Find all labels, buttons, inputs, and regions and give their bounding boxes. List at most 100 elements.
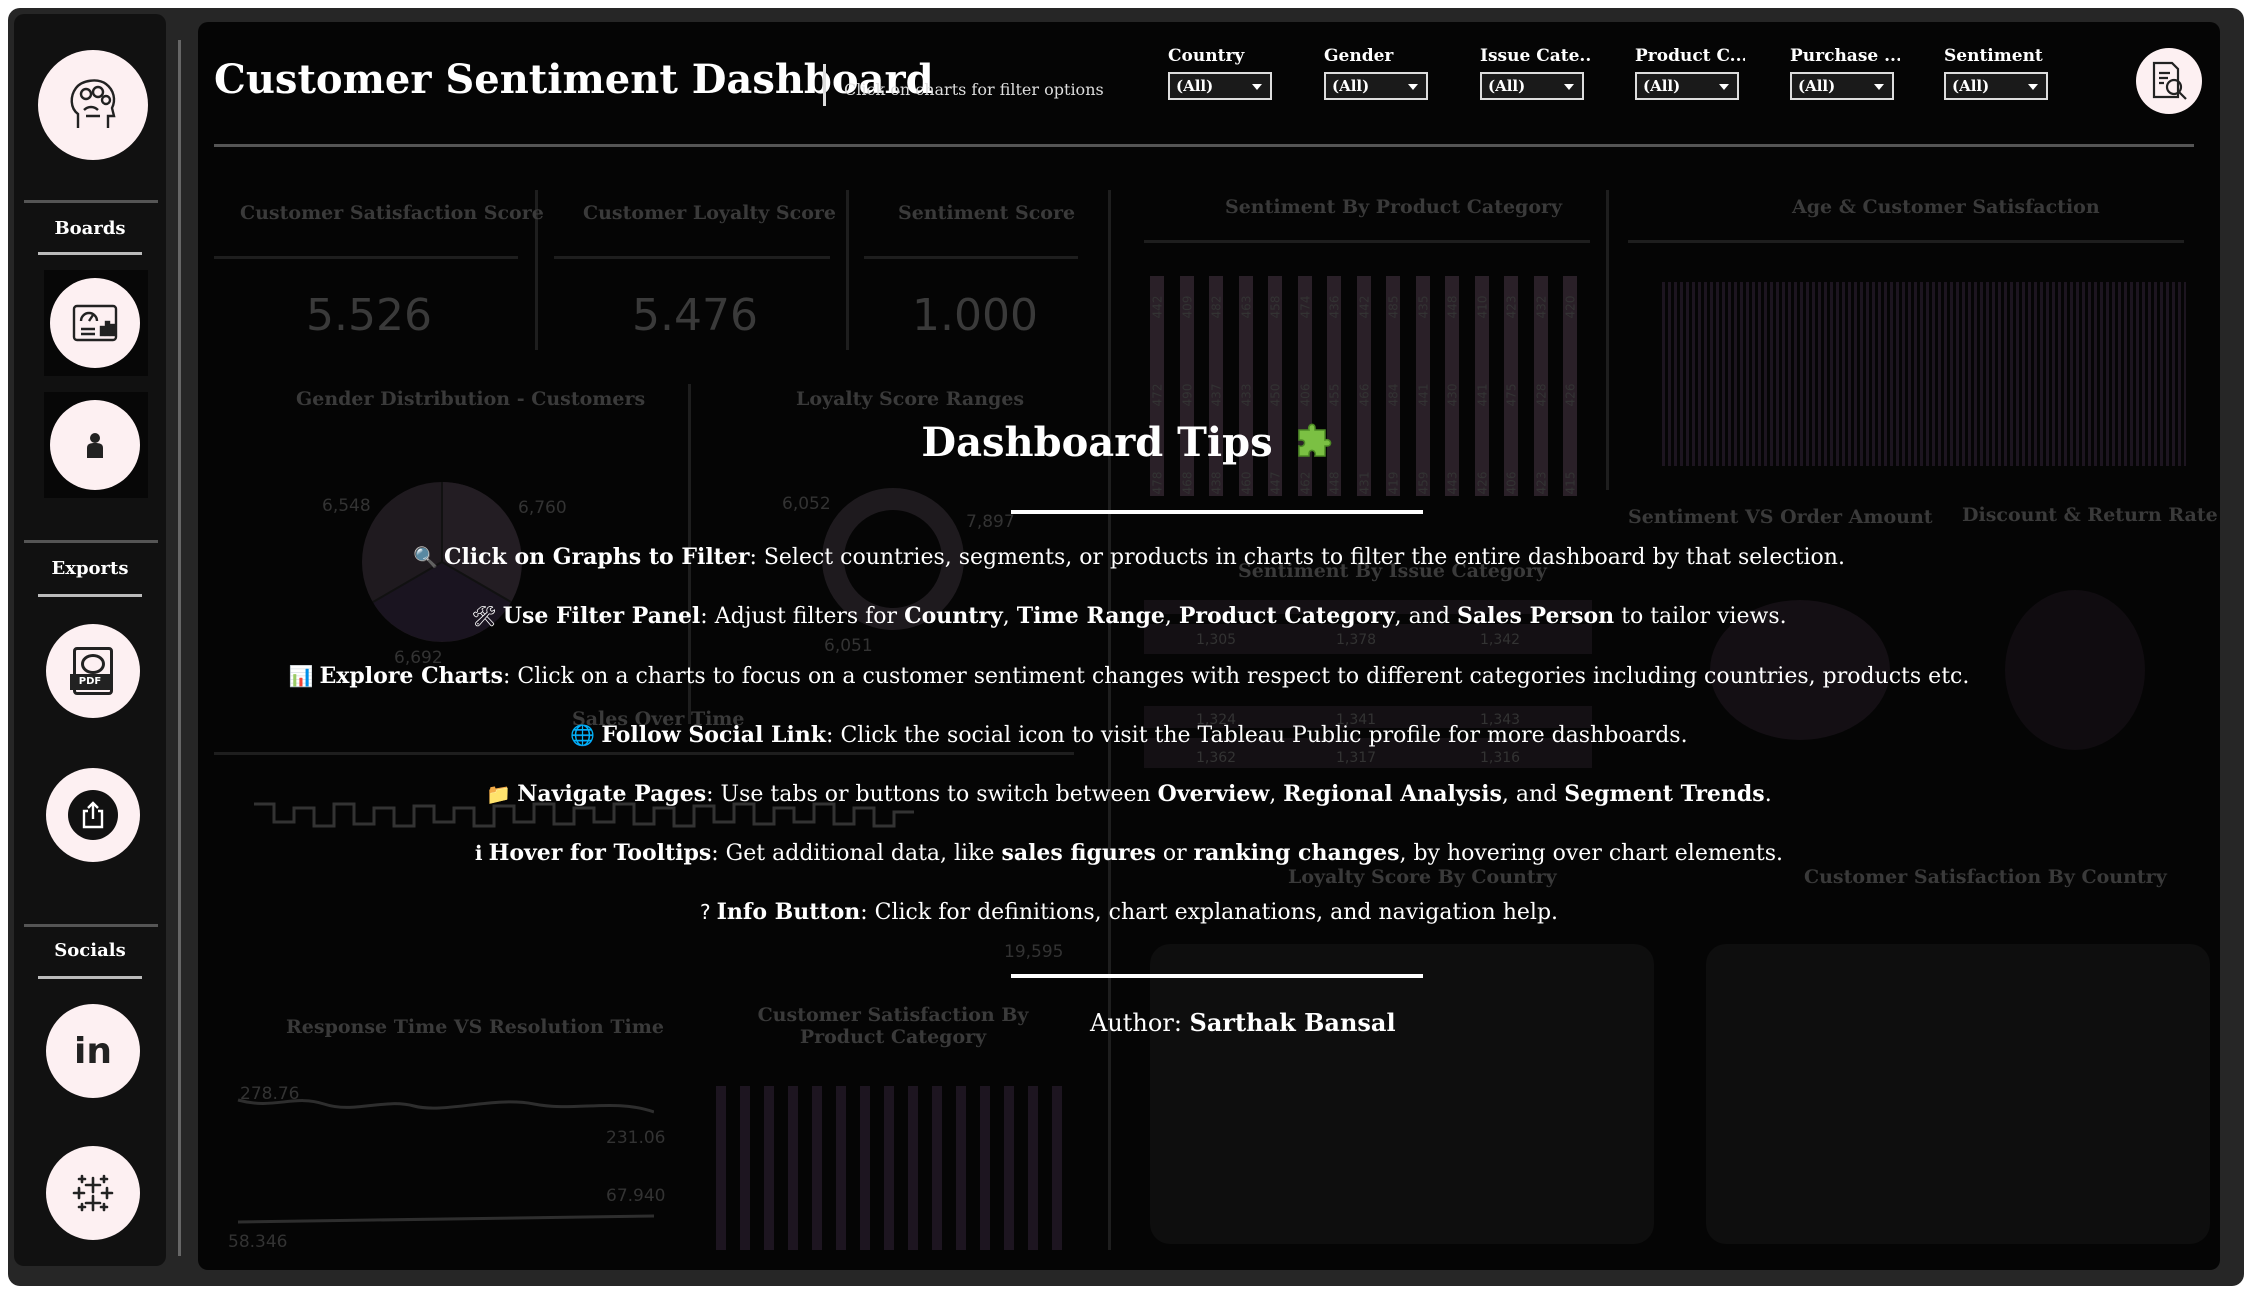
- product-bar-label: 448: [1327, 471, 1342, 495]
- page-subtitle: Click on charts for filter options: [844, 80, 1104, 99]
- chart-title: Sentiment VS Order Amount: [1628, 506, 1933, 528]
- kpi-rule: [864, 256, 1078, 259]
- chevron-down-icon: [1874, 84, 1884, 90]
- product-bar-label: 458: [1268, 295, 1283, 319]
- donut-label: 6,051: [824, 636, 873, 656]
- country-select[interactable]: (All): [1168, 72, 1272, 100]
- response-label: 58.346: [228, 1232, 288, 1252]
- satisfaction-bar[interactable]: [812, 1086, 822, 1250]
- purchase-select[interactable]: (All): [1790, 72, 1894, 100]
- product-bar-label: 475: [1504, 383, 1519, 407]
- product-bar-label: 484: [1386, 383, 1401, 407]
- product-bar-label: 448: [1445, 295, 1460, 319]
- tip-text: .: [1764, 782, 1772, 807]
- tip-text: ,: [1164, 604, 1179, 629]
- issue-label: 1,305: [1196, 632, 1237, 648]
- tip-lead: Click on Graphs to Filter: [443, 544, 750, 570]
- satisfaction-bar[interactable]: [908, 1086, 918, 1250]
- product-bar-label: 472: [1150, 383, 1165, 407]
- background-dashboard: Customer Satisfaction Score Customer Loy…: [0, 0, 2258, 1296]
- chart-title: Sentiment By Product Category: [1225, 196, 1563, 218]
- satisfaction-bar[interactable]: [860, 1086, 870, 1250]
- gender-select[interactable]: (All): [1324, 72, 1428, 100]
- product-bar-label: 426: [1563, 383, 1578, 407]
- satisfaction-bar[interactable]: [932, 1086, 942, 1250]
- satisfaction-bar[interactable]: [1028, 1086, 1038, 1250]
- satisfaction-bar[interactable]: [764, 1086, 774, 1250]
- tips-title-text: Dashboard Tips: [921, 419, 1273, 466]
- sentiment-select[interactable]: (All): [1944, 72, 2048, 100]
- tip-item: 📁 Navigate Pages: Use tabs or buttons to …: [0, 781, 2258, 807]
- product-category-select[interactable]: (All): [1635, 72, 1739, 100]
- tip-icon: ℹ: [474, 841, 483, 865]
- response-resolution-lines[interactable]: [234, 1088, 654, 1228]
- chevron-down-icon: [1408, 84, 1418, 90]
- product-bar-label: 420: [1563, 295, 1578, 319]
- country-label: 19,595: [1004, 942, 1064, 962]
- loyalty-country-map[interactable]: [1150, 944, 1654, 1244]
- tip-text: Time Range: [1016, 603, 1165, 629]
- issue-label: 1,317: [1336, 750, 1377, 766]
- filter-label: Sentiment: [1944, 46, 2043, 66]
- chart-title: Customer Satisfaction By Country: [1804, 866, 2167, 888]
- tip-lead: Explore Charts: [319, 663, 503, 689]
- satisfaction-bar[interactable]: [884, 1086, 894, 1250]
- document-search-icon: [2152, 61, 2187, 100]
- kpi-rule: [554, 256, 830, 259]
- product-bar-label: 426: [1474, 471, 1489, 495]
- select-value: (All): [1798, 77, 1836, 95]
- satisfaction-bar[interactable]: [980, 1086, 990, 1250]
- tip-item: 📊 Explore Charts: Click on a charts to fo…: [0, 663, 2258, 689]
- issue-category-select[interactable]: (All): [1480, 72, 1584, 100]
- author-name: Sarthak Bansal: [1189, 1008, 1396, 1037]
- tip-text: Segment Trends: [1564, 781, 1765, 807]
- filter-label: Gender: [1324, 46, 1394, 66]
- filter-label: Country: [1168, 46, 1245, 66]
- tip-text: Country: [904, 603, 1003, 629]
- chart-title: Age & Customer Satisfaction: [1792, 196, 2100, 218]
- product-bar-label: 442: [1356, 295, 1371, 319]
- satisfaction-bar[interactable]: [1052, 1086, 1062, 1250]
- tip-text: : Click for definitions, chart explanati…: [860, 900, 1559, 925]
- kpi-value[interactable]: 5.526: [306, 290, 432, 341]
- tip-text: ,: [1002, 604, 1017, 629]
- issue-label: 1,362: [1196, 750, 1237, 766]
- product-bar-label: 490: [1179, 383, 1194, 407]
- satisfaction-bar[interactable]: [956, 1086, 966, 1250]
- chart-title: Loyalty Score By Country: [1288, 866, 1557, 888]
- filter-issue-category: Issue Cate... (All): [1480, 46, 1590, 100]
- satisfaction-bar[interactable]: [788, 1086, 798, 1250]
- satisfaction-bar[interactable]: [740, 1086, 750, 1250]
- kpi-value[interactable]: 1.000: [912, 290, 1038, 341]
- product-bar-label: 431: [1356, 471, 1371, 495]
- satisfaction-country-map[interactable]: [1706, 944, 2210, 1244]
- tip-text: sales figures: [1001, 840, 1156, 866]
- tip-text: , and: [1394, 604, 1457, 629]
- product-bar-label: 437: [1209, 383, 1224, 407]
- product-bar-label: 468: [1179, 471, 1194, 495]
- product-bar-label: 436: [1327, 295, 1342, 319]
- kpi-title: Customer Satisfaction Score: [240, 202, 544, 224]
- satisfaction-bar[interactable]: [716, 1086, 726, 1250]
- product-bar-label: 462: [1297, 471, 1312, 495]
- filter-sentiment: Sentiment (All): [1944, 46, 2054, 100]
- tip-item: 🔍 Click on Graphs to Filter: Select count…: [0, 544, 2258, 570]
- satisfaction-bar[interactable]: [1004, 1086, 1014, 1250]
- kpi-value[interactable]: 5.476: [632, 290, 758, 341]
- select-value: (All): [1952, 77, 1990, 95]
- satisfaction-bar[interactable]: [836, 1086, 846, 1250]
- chevron-down-icon: [1719, 84, 1729, 90]
- tip-item: ℹ Hover for Tooltips: Get additional data…: [0, 840, 2258, 866]
- chevron-down-icon: [2028, 84, 2038, 90]
- select-value: (All): [1488, 77, 1526, 95]
- tip-icon: 🌐: [570, 723, 596, 747]
- author-prefix: Author:: [1090, 1009, 1190, 1037]
- product-bar-label: 478: [1150, 471, 1165, 495]
- tip-lead: Navigate Pages: [517, 781, 707, 807]
- tip-lead: Hover for Tooltips: [488, 840, 712, 866]
- info-button[interactable]: [2136, 48, 2202, 114]
- product-bar-label: 430: [1445, 383, 1460, 407]
- product-bar-label: 485: [1386, 295, 1401, 319]
- donut-label: 7,897: [966, 512, 1015, 532]
- tip-text: Sales Person: [1457, 603, 1615, 629]
